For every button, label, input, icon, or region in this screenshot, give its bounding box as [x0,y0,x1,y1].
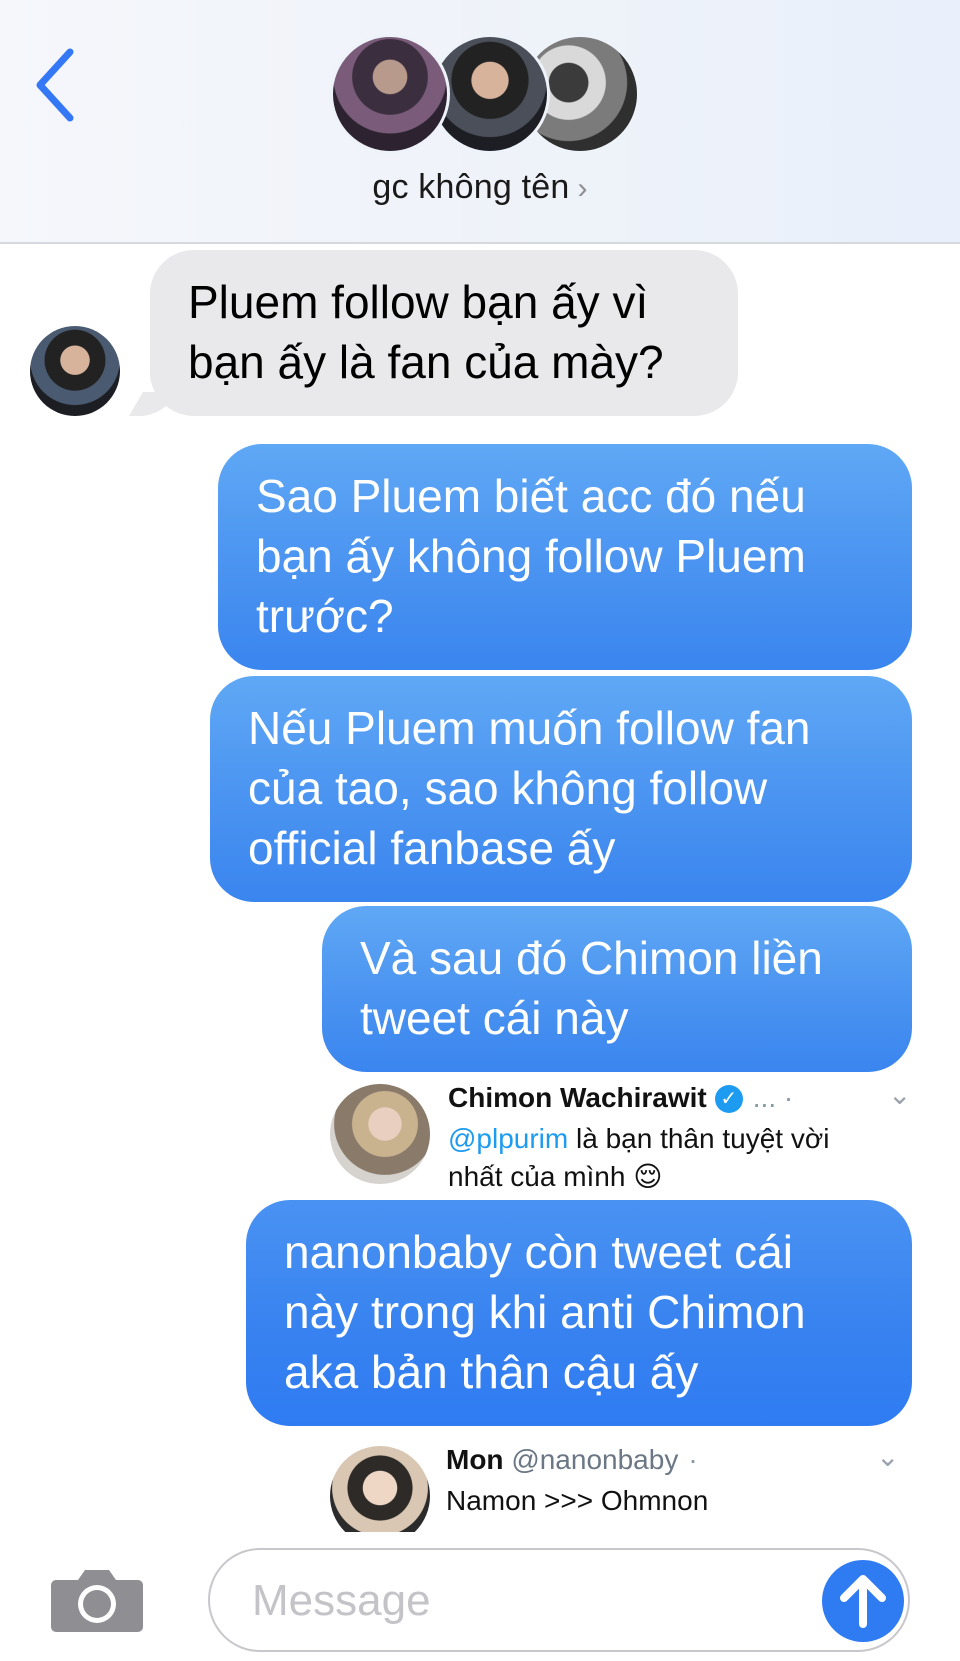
incoming-message-bubble[interactable]: Pluem follow bạn ấy vì bạn ấy là fan của… [150,250,738,416]
arrow-up-icon [840,1575,886,1628]
sender-avatar[interactable] [30,326,120,416]
conversation-header: gc không tên › [0,0,960,244]
chevron-down-icon: ⌄ [888,1079,912,1110]
tweet-text: @plpurim là bạn thân tuyệt vời nhất của … [448,1120,918,1196]
outgoing-message-bubble[interactable]: Nếu Pluem muốn follow fan của tao, sao k… [210,676,912,902]
group-name-label: gc không tên [372,168,570,206]
chevron-left-icon [36,48,74,122]
tweet-author: Chimon Wachirawit ✓ ... · [448,1082,793,1114]
tweet-image-mon[interactable]: Mon @nanonbaby · ⌄ Namon >>> Ohmnon [320,1440,920,1532]
outgoing-message-bubble[interactable]: Và sau đó Chimon liền tweet cái này [322,906,912,1072]
camera-button[interactable] [50,1564,144,1634]
message-text: nanonbaby còn tweet cái này trong khi an… [284,1226,806,1398]
message-text: Nếu Pluem muốn follow fan của tao, sao k… [248,702,811,874]
tweet-image-chimon[interactable]: Chimon Wachirawit ✓ ... · ⌄ @plpurim là bạ… [320,1078,920,1194]
message-text: Và sau đó Chimon liền tweet cái này [360,932,823,1044]
tweet-author-name: Mon [446,1444,504,1475]
camera-icon [51,1570,143,1632]
tweet-text-line: là bạn thân tuyệt vời [568,1123,830,1154]
tweet-mention: @plpurim [448,1123,569,1154]
tweet-text: Namon >>> Ohmnon [446,1485,709,1516]
tweet-meta: · [688,1444,698,1475]
verified-badge-icon: ✓ [714,1085,743,1113]
back-button[interactable] [30,40,90,130]
message-text: Sao Pluem biết acc đó nếu bạn ấy không f… [256,470,806,642]
group-name-button[interactable]: gc không tên › [0,168,960,207]
group-avatars[interactable] [330,34,640,159]
message-input[interactable] [250,1568,814,1634]
tweet-avatar [330,1084,430,1184]
tweet-text-line: nhất của mình 😌 [448,1161,663,1192]
chevron-down-icon: ⌄ [876,1441,900,1472]
chevron-right-icon: › [577,172,588,205]
avatar [330,34,450,154]
message-input-container[interactable] [208,1548,910,1652]
message-text: Pluem follow bạn ấy vì bạn ấy là fan của… [188,276,664,388]
outgoing-message-bubble[interactable]: Sao Pluem biết acc đó nếu bạn ấy không f… [218,444,912,670]
tweet-handle: @nanonbaby [511,1444,679,1475]
send-button[interactable] [822,1560,904,1642]
tweet-avatar [330,1446,430,1532]
tweet-author-name: Chimon Wachirawit [448,1082,707,1113]
tweet-author: Mon @nanonbaby · [446,1444,698,1476]
tweet-meta: ... · [752,1082,794,1113]
outgoing-message-bubble[interactable]: nanonbaby còn tweet cái này trong khi an… [246,1200,912,1426]
